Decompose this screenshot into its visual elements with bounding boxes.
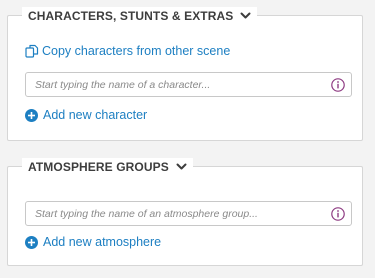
character-search-input[interactable] <box>26 72 331 97</box>
characters-panel: CHARACTERS, STUNTS & EXTRAS Copy charact… <box>7 7 363 141</box>
atmosphere-panel: ATMOSPHERE GROUPS Add new atmosphere <box>7 158 363 266</box>
plus-circle-icon <box>25 235 38 249</box>
atmosphere-search-input[interactable] <box>26 201 331 226</box>
add-character-label: Add new character <box>43 108 148 122</box>
characters-section-title: CHARACTERS, STUNTS & EXTRAS <box>28 9 234 23</box>
info-icon[interactable] <box>331 77 345 92</box>
atmosphere-section-header[interactable]: ATMOSPHERE GROUPS <box>22 158 193 176</box>
characters-section-header[interactable]: CHARACTERS, STUNTS & EXTRAS <box>22 7 258 25</box>
atmosphere-search-field[interactable] <box>25 201 352 226</box>
chevron-down-icon[interactable] <box>240 12 251 20</box>
copy-characters-link[interactable]: Copy characters from other scene <box>25 44 230 58</box>
copy-icon <box>25 44 39 58</box>
info-icon[interactable] <box>331 206 345 221</box>
add-character-button[interactable]: Add new character <box>25 108 147 122</box>
chevron-down-icon[interactable] <box>176 163 187 171</box>
character-search-field[interactable] <box>25 72 352 97</box>
copy-characters-label: Copy characters from other scene <box>42 44 231 58</box>
add-atmosphere-button[interactable]: Add new atmosphere <box>25 235 161 249</box>
atmosphere-section-title: ATMOSPHERE GROUPS <box>28 160 169 174</box>
add-atmosphere-label: Add new atmosphere <box>43 235 162 249</box>
plus-circle-icon <box>25 108 38 122</box>
